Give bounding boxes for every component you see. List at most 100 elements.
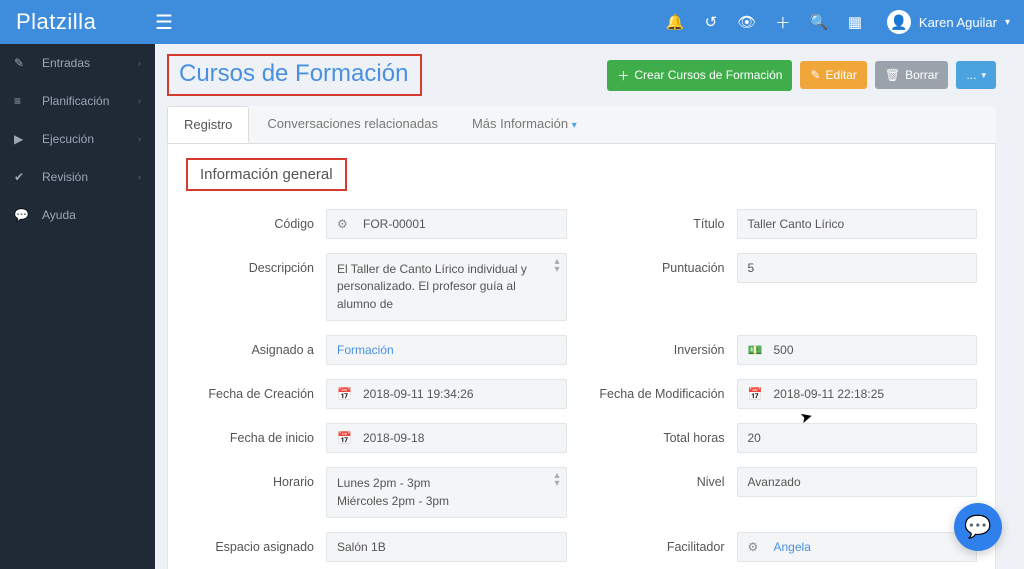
section-title-general: Información general: [186, 158, 347, 191]
sidebar-item-label: Entradas: [42, 56, 90, 70]
chevron-right-icon: ›: [138, 172, 141, 182]
hamburger-menu-icon[interactable]: ☰: [155, 10, 195, 35]
value-fecha-creacion: 2018-09-11 19:34:26: [363, 387, 474, 401]
field-fecha-inicio[interactable]: 📅 2018-09-18: [326, 423, 567, 453]
stepper-icon[interactable]: ▴▾: [554, 472, 559, 488]
value-puntuacion: 5: [748, 261, 755, 275]
tab-mas-informacion[interactable]: Más Información ▾: [456, 106, 593, 143]
more-actions-button[interactable]: ... ▾: [956, 61, 996, 89]
sidebar-item-label: Revisión: [42, 170, 88, 184]
field-nivel[interactable]: Avanzado: [737, 467, 978, 497]
field-espacio[interactable]: Salón 1B: [326, 532, 567, 562]
speech-bubble-icon: 💬: [14, 208, 30, 222]
chevron-right-icon: ›: [138, 96, 141, 106]
money-icon: 💵: [748, 343, 766, 357]
value-asignado[interactable]: Formación: [337, 343, 394, 357]
sidebar-item-entradas[interactable]: ✎ Entradas ›: [0, 44, 155, 82]
field-fecha-mod[interactable]: 📅 2018-09-11 22:18:25: [737, 379, 978, 409]
field-asignado[interactable]: Formación: [326, 335, 567, 365]
sidebar-item-label: Ayuda: [42, 208, 76, 222]
chat-fab-button[interactable]: 💬: [954, 503, 1002, 551]
label-fecha-inicio: Fecha de inicio: [186, 423, 326, 453]
tab-conversaciones[interactable]: Conversaciones relacionadas: [251, 106, 454, 143]
chat-icon: 💬: [964, 514, 991, 540]
eye-icon[interactable]: 👁: [729, 13, 765, 31]
value-nivel: Avanzado: [748, 475, 801, 489]
check-icon: ✔: [14, 170, 30, 184]
value-horario: Lunes 2pm - 3pm Miércoles 2pm - 3pm: [337, 475, 449, 510]
bell-icon[interactable]: 🔔: [657, 13, 693, 31]
field-titulo[interactable]: Taller Canto Lírico: [737, 209, 978, 239]
page-title: Cursos de Formación: [179, 60, 408, 88]
label-facilitador: Facilitador: [597, 532, 737, 562]
label-asignado: Asignado a: [186, 335, 326, 365]
chevron-down-icon: ▾: [1005, 17, 1010, 28]
gears-icon: ⚙: [748, 540, 766, 554]
pencil-icon: ✎: [14, 56, 30, 70]
apps-grid-icon[interactable]: ▦: [837, 13, 873, 31]
value-inversion: 500: [774, 343, 794, 357]
pencil-icon: ✎: [810, 68, 820, 82]
calendar-icon: 📅: [337, 387, 355, 401]
caret-down-icon: ▾: [981, 70, 986, 81]
value-codigo: FOR-00001: [363, 217, 426, 231]
edit-button-label: Editar: [826, 68, 857, 82]
label-nivel: Nivel: [597, 467, 737, 497]
field-descripcion[interactable]: El Taller de Canto Lírico individual y p…: [326, 253, 567, 321]
brand-logo: Platzilla: [0, 9, 155, 35]
label-horario: Horario: [186, 467, 326, 497]
label-espacio: Espacio asignado: [186, 532, 326, 562]
field-facilitador[interactable]: ⚙ Angela: [737, 532, 978, 562]
sidebar-item-ayuda[interactable]: 💬 Ayuda: [0, 196, 155, 234]
label-fecha-creacion: Fecha de Creación: [186, 379, 326, 409]
field-inversion[interactable]: 💵 500: [737, 335, 978, 365]
label-descripcion: Descripción: [186, 253, 326, 283]
value-espacio: Salón 1B: [337, 540, 386, 554]
main-content: Cursos de Formación ＋ Crear Cursos de Fo…: [155, 44, 1008, 569]
edit-button[interactable]: ✎ Editar: [800, 61, 866, 89]
user-menu[interactable]: 👤 Karen Aguilar ▾: [873, 10, 1024, 34]
create-button[interactable]: ＋ Crear Cursos de Formación: [607, 60, 792, 91]
label-codigo: Código: [186, 209, 326, 239]
calendar-icon: 📅: [337, 431, 355, 445]
page-header: Cursos de Formación ＋ Crear Cursos de Fo…: [167, 54, 996, 96]
create-button-label: Crear Cursos de Formación: [634, 68, 782, 82]
label-titulo: Título: [597, 209, 737, 239]
label-inversion: Inversión: [597, 335, 737, 365]
field-fecha-creacion[interactable]: 📅 2018-09-11 19:34:26: [326, 379, 567, 409]
value-fecha-inicio: 2018-09-18: [363, 431, 424, 445]
value-descripcion: El Taller de Canto Lírico individual y p…: [337, 261, 556, 313]
list-icon: ≡: [14, 94, 30, 108]
sidebar-item-label: Ejecución: [42, 132, 94, 146]
trash-icon: 🗑: [885, 68, 900, 82]
top-bar: Platzilla ☰ 🔔 ↺ 👁 ＋ 🔍 ▦ 👤 Karen Aguilar …: [0, 0, 1024, 44]
delete-button[interactable]: 🗑 Borrar: [875, 61, 949, 89]
value-fecha-mod: 2018-09-11 22:18:25: [774, 387, 885, 401]
calendar-icon: 📅: [748, 387, 766, 401]
value-total-horas: 20: [748, 431, 761, 445]
tab-label: Registro: [184, 117, 232, 132]
search-icon[interactable]: 🔍: [801, 13, 837, 31]
label-puntuacion: Puntuación: [597, 253, 737, 283]
more-actions-label: ...: [966, 68, 976, 82]
value-facilitador[interactable]: Angela: [774, 540, 811, 554]
stepper-icon[interactable]: ▴▾: [554, 258, 559, 274]
sidebar-item-label: Planificación: [42, 94, 109, 108]
gear-icon: ⚙: [337, 217, 355, 231]
history-icon[interactable]: ↺: [693, 13, 729, 31]
sidebar-item-ejecucion[interactable]: ▶ Ejecución ›: [0, 120, 155, 158]
sidebar-item-planificacion[interactable]: ≡ Planificación ›: [0, 82, 155, 120]
field-horario[interactable]: Lunes 2pm - 3pm Miércoles 2pm - 3pm ▴▾: [326, 467, 567, 518]
avatar-icon: 👤: [887, 10, 911, 34]
field-total-horas[interactable]: 20: [737, 423, 978, 453]
sidebar: ✎ Entradas › ≡ Planificación › ▶ Ejecuci…: [0, 44, 155, 569]
caret-down-icon: ▾: [572, 120, 577, 131]
user-name-label: Karen Aguilar: [919, 15, 997, 30]
sidebar-item-revision[interactable]: ✔ Revisión ›: [0, 158, 155, 196]
record-panel: Información general Código ⚙ FOR-00001 Tí…: [167, 144, 996, 569]
tab-registro[interactable]: Registro: [167, 106, 249, 143]
field-puntuacion[interactable]: 5: [737, 253, 978, 283]
label-total-horas: Total horas: [597, 423, 737, 453]
plus-icon[interactable]: ＋: [765, 12, 801, 33]
field-codigo[interactable]: ⚙ FOR-00001: [326, 209, 567, 239]
